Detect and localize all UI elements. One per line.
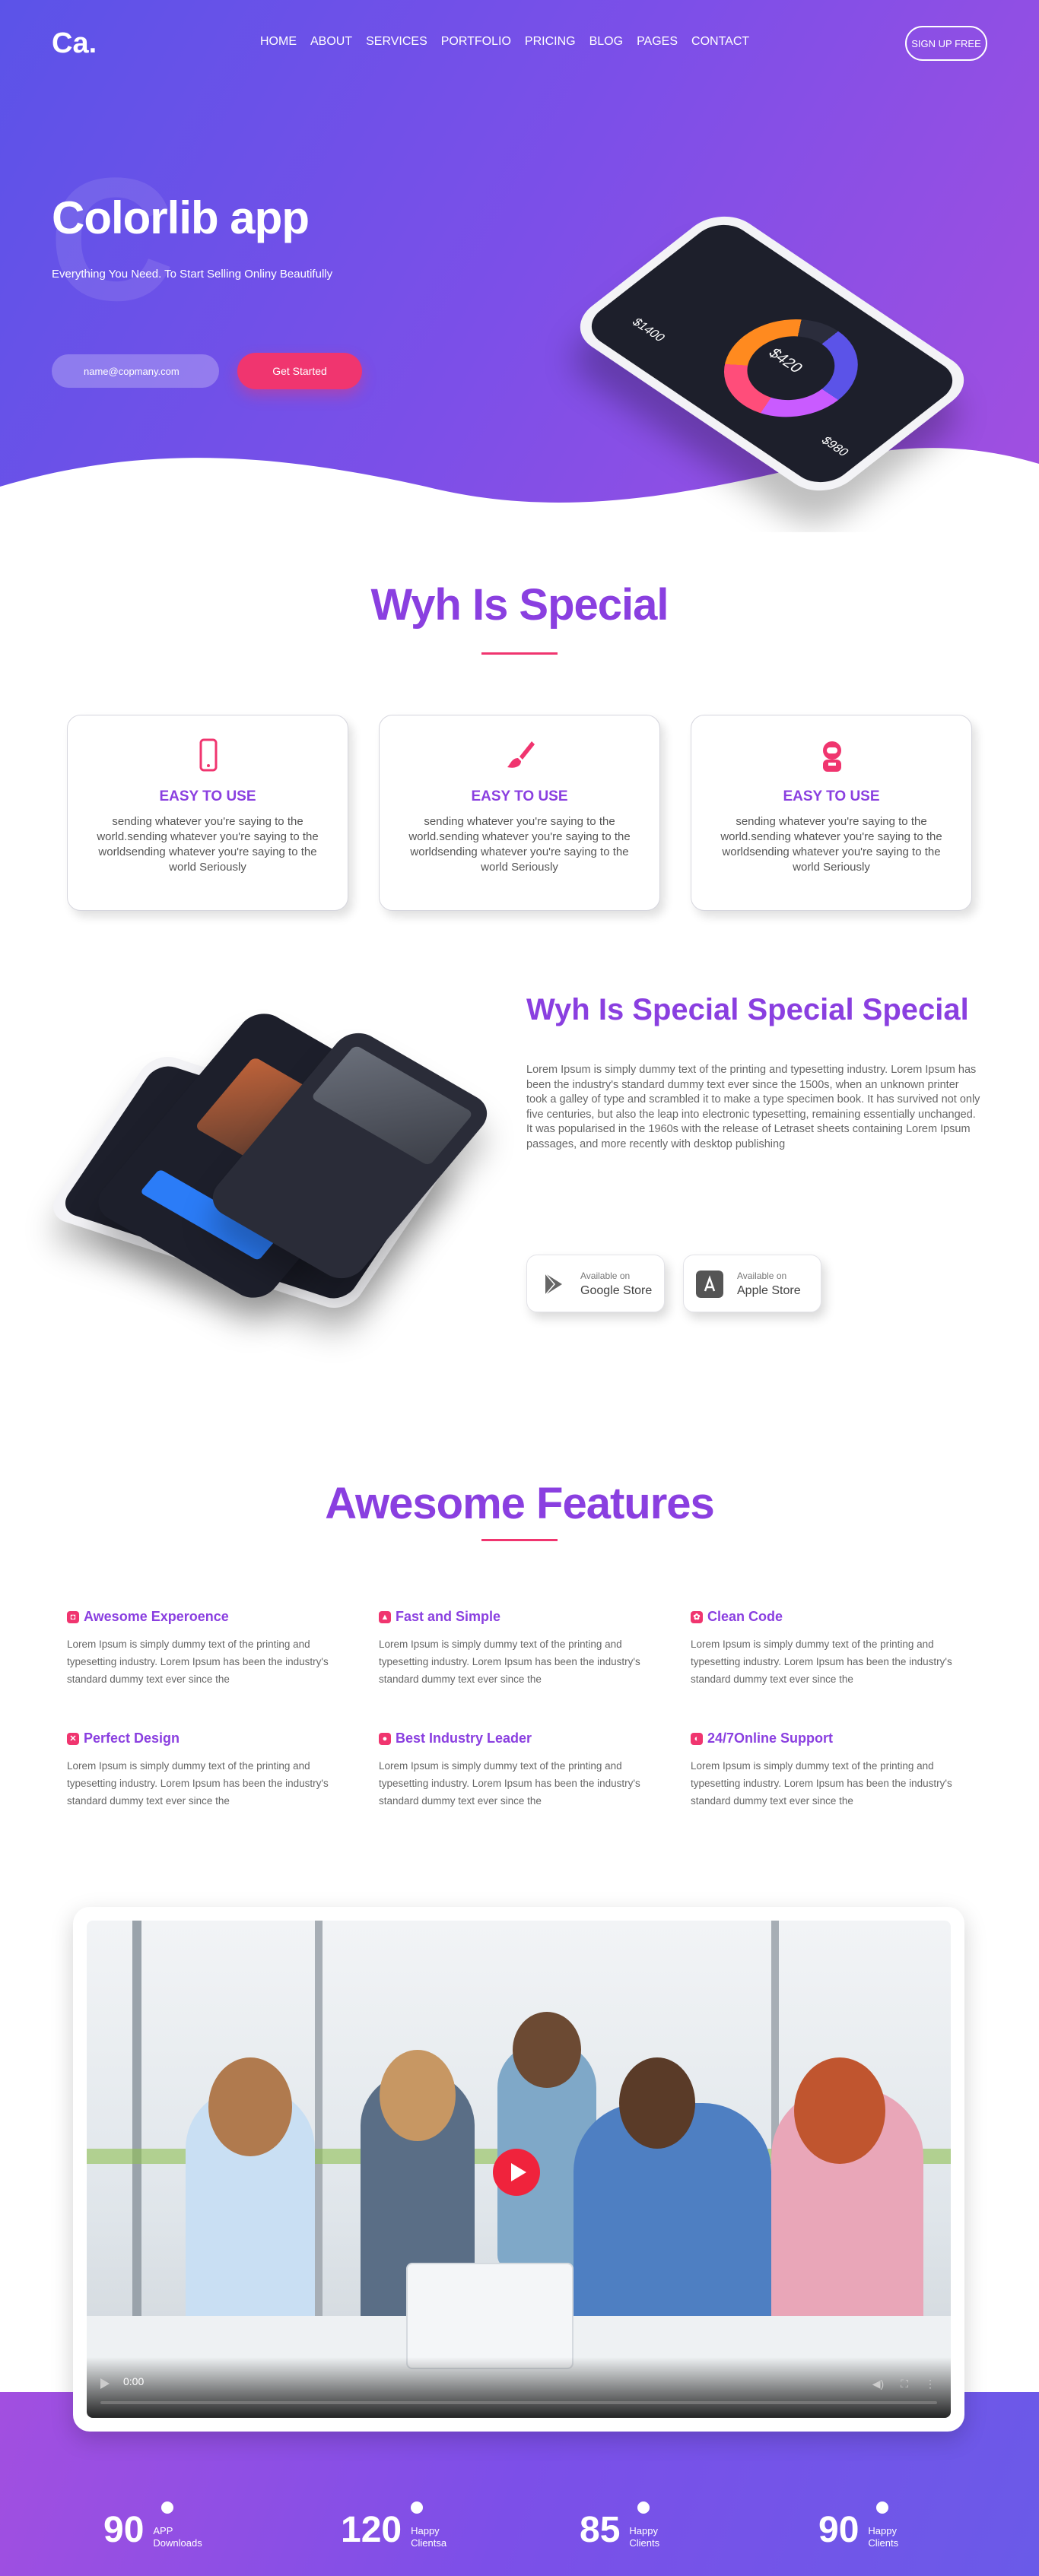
- feature-item: ✿ Clean Code Lorem Ipsum is simply dummy …: [691, 1609, 964, 1688]
- feature-title: Awesome Experoence: [84, 1609, 229, 1624]
- logo[interactable]: Ca.: [52, 27, 97, 60]
- more-icon[interactable]: ⋮: [925, 2378, 936, 2390]
- phone-screen: $420 $980 $1400: [579, 215, 965, 492]
- feature-text: Lorem Ipsum is simply dummy text of the …: [379, 1760, 640, 1807]
- features-underline: [481, 1539, 558, 1541]
- hero-section: C Ca. HOME ABOUT SERVICES PORTFOLIO PRIC…: [0, 0, 1039, 532]
- apple-store-button[interactable]: Available on Apple Store: [683, 1255, 821, 1312]
- feature-title: Clean Code: [707, 1609, 783, 1624]
- basketball-icon: ●: [379, 1732, 391, 1745]
- google-store-label: Google Store: [580, 1284, 653, 1297]
- nav-pages[interactable]: PAGES: [637, 35, 678, 49]
- stat-number: 90: [103, 2510, 145, 2550]
- design-icon: ✕: [67, 1732, 79, 1745]
- stat-item: 90 APP Downloads: [103, 2501, 202, 2551]
- app-store-icon: [696, 1271, 723, 1298]
- nav-contact[interactable]: CONTACT: [691, 35, 749, 49]
- stat-item: 90 Happy Clients: [818, 2501, 899, 2551]
- feature-card: EASY TO USE sending whatever you're sayi…: [379, 715, 660, 911]
- apple-store-small: Available on: [737, 1271, 787, 1281]
- get-started-button[interactable]: Get Started: [237, 353, 362, 389]
- nav-about[interactable]: ABOUT: [310, 35, 352, 49]
- card-title: EASY TO USE: [471, 788, 568, 804]
- card-text: sending whatever you're saying to the wo…: [97, 815, 319, 874]
- nav-pricing[interactable]: PRICING: [525, 35, 576, 49]
- stat-label: Happy Clients: [629, 2524, 660, 2549]
- smartphone-icon: [199, 738, 218, 772]
- feature-item: ◘ Awesome Experoence Lorem Ipsum is simpl…: [67, 1609, 341, 1688]
- feature-item: ● Best Industry Leader Lorem Ipsum is sim…: [379, 1731, 653, 1810]
- phone-device: $420 $980 $1400: [564, 205, 980, 503]
- nav-blog[interactable]: BLOG: [589, 35, 623, 49]
- basketball-icon: [876, 2501, 888, 2514]
- video-controls: 0:00 ◀) ⛶ ⋮: [87, 2357, 951, 2418]
- stat-number: 120: [341, 2510, 402, 2550]
- feature-item: ▲ Fast and Simple Lorem Ipsum is simply d…: [379, 1609, 653, 1688]
- video-time: 0:00: [123, 2375, 145, 2387]
- feature-text: Lorem Ipsum is simply dummy text of the …: [67, 1639, 329, 1685]
- gear-icon: ✿: [691, 1610, 703, 1623]
- feature-title: Best Industry Leader: [396, 1731, 532, 1746]
- features-title: Awesome Features: [325, 1479, 715, 1528]
- feature-text: Lorem Ipsum is simply dummy text of the …: [691, 1760, 952, 1807]
- feature-card: EASY TO USE sending whatever you're sayi…: [691, 715, 972, 911]
- feature-title: Fast and Simple: [396, 1609, 501, 1624]
- card-text: sending whatever you're saying to the wo…: [720, 815, 942, 874]
- google-store-small: Available on: [580, 1271, 631, 1281]
- special-underline: [481, 652, 558, 655]
- video-control-group: ◀) ⛶ ⋮: [872, 2378, 936, 2390]
- signup-button[interactable]: SIGN UP FREE: [905, 26, 987, 61]
- phone-value-b: $1400: [628, 316, 668, 344]
- feature-card: EASY TO USE sending whatever you're sayi…: [67, 715, 348, 911]
- special-title: Wyh Is Special: [370, 580, 669, 630]
- camera-icon: ◘: [67, 1610, 79, 1623]
- google-store-button[interactable]: Available on Google Store: [526, 1255, 665, 1312]
- google-play-icon: [545, 1273, 562, 1296]
- nav-services[interactable]: SERVICES: [366, 35, 427, 49]
- hero-subtitle: Everything You Need. To Start Selling On…: [52, 268, 333, 281]
- basketball-icon: [161, 2501, 173, 2514]
- feature-text: Lorem Ipsum is simply dummy text of the …: [691, 1639, 952, 1685]
- stat-item: 85 Happy Clients: [580, 2501, 660, 2551]
- paintbrush-icon: [507, 741, 535, 768]
- support-icon: ◐: [691, 1732, 703, 1745]
- stat-number: 85: [580, 2510, 621, 2550]
- hero-title: Colorlib app: [52, 192, 310, 243]
- apple-store-label: Apple Store: [737, 1284, 801, 1297]
- phone-value-a: $980: [818, 435, 852, 458]
- video-frame: 0:00 ◀) ⛶ ⋮: [73, 1907, 964, 2432]
- feature-item: ◐ 24/7Online Support Lorem Ipsum is simpl…: [691, 1731, 964, 1810]
- stat-label: Happy Clients: [868, 2524, 899, 2549]
- card-text: sending whatever you're saying to the wo…: [408, 815, 631, 874]
- video-progress-bar[interactable]: [100, 2401, 937, 2404]
- feature-text: Lorem Ipsum is simply dummy text of the …: [379, 1639, 640, 1685]
- basketball-icon: [637, 2501, 650, 2514]
- about-title: Wyh Is Special Special Special: [526, 993, 969, 1026]
- card-title: EASY TO USE: [783, 788, 880, 804]
- app-screens-mockup: [43, 996, 497, 1353]
- main-nav: HOME ABOUT SERVICES PORTFOLIO PRICING BL…: [260, 35, 749, 49]
- feature-item: ✕ Perfect Design Lorem Ipsum is simply du…: [67, 1731, 341, 1810]
- about-text: Lorem Ipsum is simply dummy text of the …: [526, 1064, 980, 1150]
- fullscreen-icon[interactable]: ⛶: [901, 2378, 908, 2390]
- play-button[interactable]: [493, 2149, 540, 2196]
- volume-icon[interactable]: ◀): [872, 2378, 884, 2390]
- feature-title: 24/7Online Support: [707, 1731, 834, 1746]
- hero-phone-mockup: $420 $980 $1400: [563, 205, 980, 532]
- nav-portfolio[interactable]: PORTFOLIO: [441, 35, 511, 49]
- stat-item: 120 Happy Clientsa: [341, 2501, 447, 2551]
- astronaut-icon: [823, 741, 841, 772]
- email-input[interactable]: [52, 354, 219, 388]
- stat-number: 90: [818, 2510, 859, 2550]
- control-play-icon[interactable]: [100, 2378, 110, 2389]
- feature-text: Lorem Ipsum is simply dummy text of the …: [67, 1760, 329, 1807]
- nav-home[interactable]: HOME: [260, 35, 297, 49]
- basketball-icon: [411, 2501, 423, 2514]
- video-player[interactable]: 0:00 ◀) ⛶ ⋮: [87, 1921, 951, 2418]
- card-title: EASY TO USE: [159, 788, 256, 804]
- feature-title: Perfect Design: [84, 1731, 180, 1746]
- stat-label: APP Downloads: [153, 2524, 202, 2549]
- stat-label: Happy Clientsa: [411, 2524, 447, 2549]
- rocket-icon: ▲: [379, 1610, 391, 1623]
